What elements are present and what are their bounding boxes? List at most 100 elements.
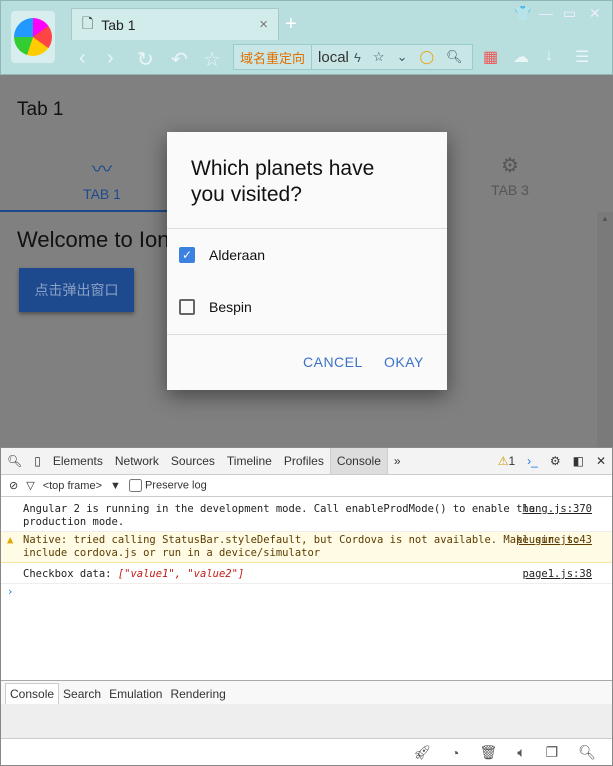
- option-label: Bespin: [209, 299, 252, 315]
- menu-icon[interactable]: ☰: [575, 47, 589, 67]
- filter-icon[interactable]: ▽: [26, 479, 34, 492]
- tab-indicator: [0, 210, 167, 212]
- tab-1[interactable]: 〰 TAB 1: [52, 153, 152, 202]
- browser-logo[interactable]: [11, 11, 55, 63]
- preserve-log-label: Preserve log: [144, 479, 207, 492]
- prompt-icon: ›: [7, 586, 14, 598]
- devtools-toolbar: 🔍︎ ▯ Elements Network Sources Timeline P…: [1, 448, 612, 475]
- console-message: Checkbox data: ["value1", "value2"] page1…: [1, 566, 612, 584]
- console-toolbar: ⊘ ▽ <top frame> ▼ Preserve log: [1, 475, 612, 497]
- close-window-button[interactable]: ✕: [589, 5, 601, 22]
- browser-tab[interactable]: 🗋 Tab 1 ×: [71, 8, 279, 40]
- browser-chrome: 🗋 Tab 1 × + 👕 — ▭ ✕ ‹ › ↻ ↶ ☆ 域名重定向 loca…: [0, 0, 613, 75]
- browser-status-bar: 🚀︎ ◔ 🗑︎ 🔈︎ ❐ 🔍︎: [1, 739, 612, 766]
- page-title: Tab 1: [17, 99, 64, 120]
- zoom-icon[interactable]: 🔍︎: [578, 744, 596, 761]
- search-engine-icon[interactable]: ◯: [413, 49, 440, 65]
- settings-icon[interactable]: ⚙: [544, 448, 567, 474]
- okay-button[interactable]: OKAY: [384, 354, 424, 370]
- source-link[interactable]: plugin.js:43: [516, 534, 592, 547]
- star-icon[interactable]: ☆: [367, 49, 391, 65]
- refresh-icon[interactable]: ↻: [137, 47, 154, 72]
- tab-elements[interactable]: Elements: [47, 448, 109, 474]
- sound-icon[interactable]: 🔈︎: [517, 744, 525, 761]
- favorite-icon[interactable]: ☆: [203, 47, 221, 72]
- trash-icon[interactable]: 🗑︎: [479, 744, 497, 761]
- window-icon[interactable]: ❐: [546, 744, 559, 761]
- console-drawer-icon[interactable]: ›_: [521, 448, 544, 474]
- message-text: Angular 2 is running in the development …: [23, 503, 536, 528]
- speedup-icon[interactable]: ◔: [451, 745, 459, 761]
- undo-icon[interactable]: ↶: [171, 47, 188, 72]
- drawer-tab-console[interactable]: Console: [5, 683, 60, 704]
- option-bespin[interactable]: Bespin: [179, 299, 252, 315]
- drawer-tabs: Console Search Emulation Rendering: [1, 680, 612, 704]
- tab-label: TAB 1: [83, 186, 121, 202]
- lightning-icon[interactable]: ϟ: [348, 50, 367, 65]
- tab-title: Tab 1: [101, 16, 136, 33]
- tab-timeline[interactable]: Timeline: [221, 448, 278, 474]
- url-input[interactable]: localhost: [312, 49, 348, 66]
- close-tab-icon[interactable]: ×: [259, 16, 268, 33]
- back-icon[interactable]: ‹: [79, 47, 86, 70]
- device-mode-icon[interactable]: ▯: [28, 448, 47, 474]
- new-tab-button[interactable]: +: [285, 13, 297, 36]
- gear-icon: ⚙: [501, 155, 519, 177]
- inspect-icon[interactable]: 🔍︎: [1, 448, 28, 474]
- option-label: Alderaan: [209, 247, 266, 263]
- drawer-tab-emulation[interactable]: Emulation: [105, 684, 166, 704]
- minimize-button[interactable]: —: [539, 5, 553, 21]
- source-link[interactable]: page1.js:38: [522, 568, 592, 581]
- dropdown-arrow-icon[interactable]: ▼: [110, 480, 121, 492]
- more-tabs-button[interactable]: »: [388, 448, 407, 474]
- drawer-tab-rendering[interactable]: Rendering: [166, 684, 229, 704]
- redirect-label[interactable]: 域名重定向: [234, 45, 313, 69]
- source-link[interactable]: lang.js:370: [522, 503, 592, 516]
- forward-icon[interactable]: ›: [107, 47, 114, 70]
- clear-console-icon[interactable]: ⊘: [9, 479, 18, 492]
- cloud-icon[interactable]: ☁: [513, 47, 529, 67]
- drawer-tab-search[interactable]: Search: [59, 684, 105, 704]
- download-icon[interactable]: ↓: [545, 47, 553, 65]
- rocket-icon[interactable]: 🚀︎: [413, 744, 431, 761]
- console-message: Angular 2 is running in the development …: [1, 501, 612, 532]
- pulse-icon: 〰: [92, 159, 112, 181]
- checkbox-checked-icon[interactable]: ✓: [179, 247, 195, 263]
- welcome-heading: Welcome to Ionic: [17, 227, 186, 252]
- option-alderaan[interactable]: ✓ Alderaan: [179, 247, 265, 263]
- tab-network[interactable]: Network: [109, 448, 165, 474]
- apps-icon[interactable]: ▦: [483, 47, 498, 67]
- warning-count[interactable]: ⚠ 1: [492, 448, 521, 474]
- dock-icon[interactable]: ◧: [567, 448, 590, 474]
- tab-label: TAB 3: [491, 182, 529, 198]
- console-warning: ▲ Native: tried calling StatusBar.styleDe…: [1, 532, 612, 563]
- frame-selector[interactable]: <top frame>: [43, 480, 102, 492]
- tab-3[interactable]: ⚙ TAB 3: [460, 153, 560, 198]
- warning-icon: ▲: [7, 534, 14, 546]
- devtools-panel: 🔍︎ ▯ Elements Network Sources Timeline P…: [0, 447, 613, 766]
- tab-console[interactable]: Console: [329, 448, 388, 474]
- preserve-log-input[interactable]: [128, 479, 142, 492]
- message-text: Native: tried calling StatusBar.styleDef…: [23, 534, 580, 559]
- open-popup-button[interactable]: 点击弹出窗口: [19, 268, 134, 312]
- scrollbar[interactable]: ▲: [597, 212, 613, 447]
- skin-icon[interactable]: 👕: [514, 5, 531, 22]
- page-icon: 🗋: [82, 14, 94, 31]
- cancel-button[interactable]: CANCEL: [303, 354, 363, 370]
- dialog-title: Which planets have you visited?: [191, 157, 375, 206]
- tab-profiles[interactable]: Profiles: [278, 448, 330, 474]
- close-devtools-icon[interactable]: ✕: [590, 448, 612, 474]
- address-bar[interactable]: 域名重定向 localhost ϟ ☆ ⌄ ◯ 🔍︎: [233, 44, 473, 70]
- maximize-button[interactable]: ▭: [563, 5, 576, 22]
- checkbox-unchecked-icon[interactable]: [179, 299, 195, 315]
- tab-sources[interactable]: Sources: [165, 448, 221, 474]
- drawer-content: [1, 704, 612, 739]
- console-prompt[interactable]: ›: [1, 584, 612, 601]
- message-array[interactable]: ["value1", "value2"]: [118, 568, 244, 580]
- warning-count-value: 1: [508, 454, 516, 468]
- preserve-log-checkbox[interactable]: Preserve log: [128, 479, 207, 492]
- search-icon[interactable]: 🔍︎: [440, 49, 469, 65]
- chevron-down-icon[interactable]: ⌄: [391, 49, 414, 65]
- checkbox-alert-dialog: Which planets have you visited? ✓ Alderaa…: [167, 132, 447, 390]
- message-text: Checkbox data:: [23, 568, 118, 580]
